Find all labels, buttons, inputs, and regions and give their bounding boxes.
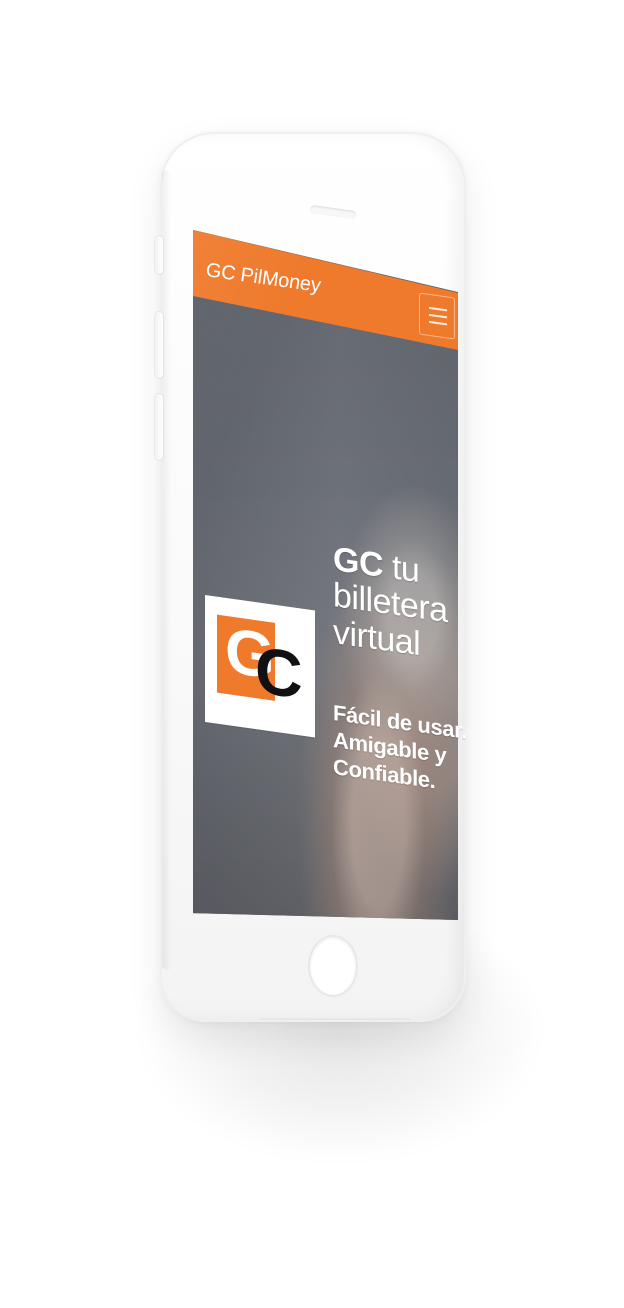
hamburger-menu-icon <box>429 305 447 328</box>
menu-line-bottom <box>429 320 447 325</box>
hero-headline: GC tu billetera virtual <box>333 540 483 671</box>
menu-line-top <box>429 306 447 311</box>
logo-letter-c: C <box>255 632 299 713</box>
mute-switch <box>155 236 163 274</box>
menu-line-middle <box>429 313 447 318</box>
volume-down-button <box>155 394 163 460</box>
volume-up-button <box>155 312 163 378</box>
phone-edge <box>162 170 172 970</box>
gc-logo: G C <box>205 595 315 738</box>
home-button[interactable] <box>308 935 358 997</box>
hamburger-menu-button[interactable] <box>419 292 455 340</box>
device-bottom-edge <box>260 1018 410 1020</box>
mockup-stage: GC PilMoney G C GC tu billetera virtual … <box>0 0 624 1308</box>
